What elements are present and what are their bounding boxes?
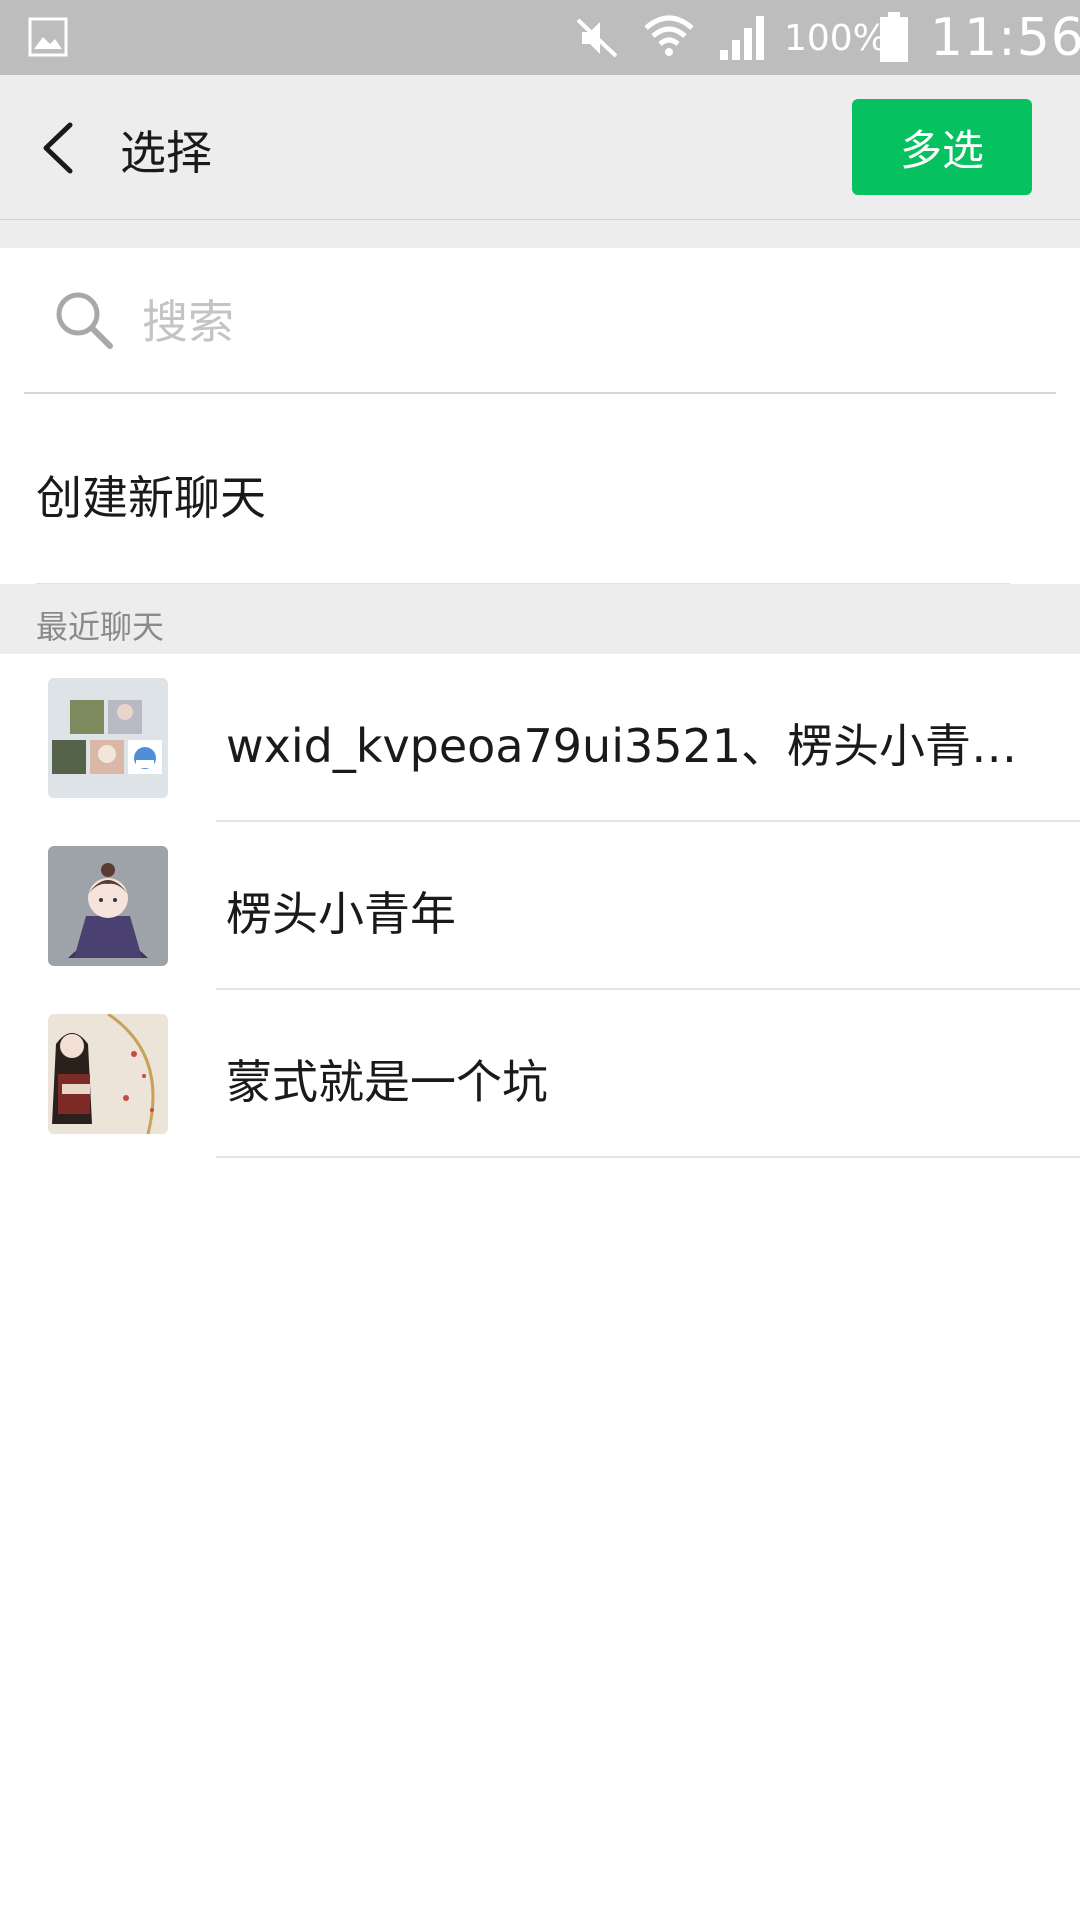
battery-icon	[880, 12, 908, 62]
user-avatar	[48, 846, 168, 966]
create-new-chat-item[interactable]: 创建新聊天	[0, 392, 1080, 584]
divider	[216, 1156, 1080, 1158]
clock: 11:56	[930, 8, 1080, 68]
search-bar	[24, 248, 1056, 394]
list-item[interactable]: wxid_kvpeoa79ui3521、楞头小青年…	[0, 654, 1080, 822]
battery-percent: 100%	[784, 18, 887, 59]
app-bar: 选择 多选	[0, 75, 1080, 220]
signal-icon	[720, 16, 764, 60]
divider	[0, 220, 1080, 248]
search-input[interactable]	[142, 292, 1022, 352]
group-avatar	[48, 678, 168, 798]
status-bar: 100% 11:56	[0, 0, 1080, 75]
page-title: 选择	[120, 126, 212, 180]
section-label: 最近聊天	[36, 608, 165, 646]
list-item[interactable]: 楞头小青年	[0, 822, 1080, 990]
gallery-notification-icon	[28, 17, 68, 57]
chat-name: 楞头小青年	[226, 887, 456, 941]
list-item[interactable]: 蒙式就是一个坑	[0, 990, 1080, 1158]
chat-name: wxid_kvpeoa79ui3521、楞头小青年…	[226, 719, 1056, 773]
wifi-icon	[644, 15, 694, 56]
create-new-chat-label: 创建新聊天	[36, 471, 266, 525]
multi-select-button[interactable]: 多选	[852, 99, 1032, 195]
user-avatar	[48, 1014, 168, 1134]
chat-name: 蒙式就是一个坑	[226, 1055, 548, 1109]
recent-chats-header: 最近聊天	[0, 584, 1080, 654]
mute-icon	[576, 18, 618, 58]
back-arrow-icon[interactable]	[30, 115, 90, 181]
search-icon	[56, 292, 113, 349]
